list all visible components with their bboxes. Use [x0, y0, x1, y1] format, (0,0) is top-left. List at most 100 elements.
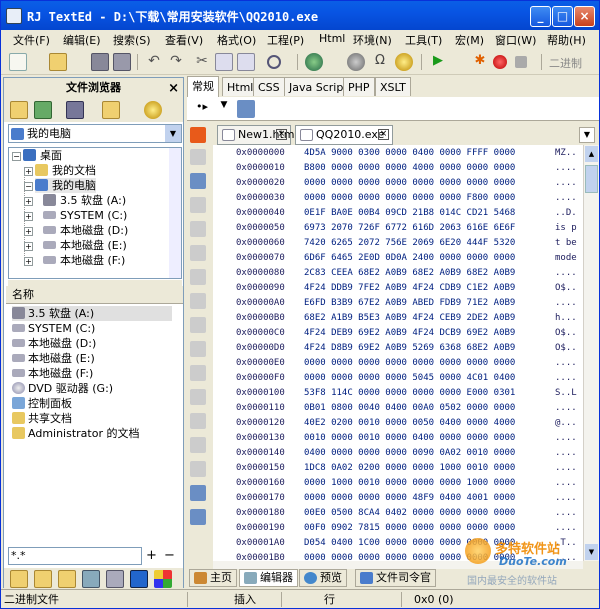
tool-icon[interactable] — [190, 389, 206, 405]
hex-row[interactable]: 0x0000110 0B01 0800 0040 0400 00A0 0502 0… — [213, 400, 583, 416]
hex-row[interactable]: 0x0000080 2C83 CEEA 68E2 A0B9 68E2 A0B9 6… — [213, 265, 583, 281]
tab-editor[interactable]: 编辑器 — [239, 569, 298, 587]
scroll-thumb[interactable] — [585, 165, 598, 193]
menu-file[interactable]: 文件(F) — [13, 32, 50, 48]
disk-icon[interactable] — [106, 570, 124, 588]
tree-item-floppy[interactable]: 3.5 软盘 (A:) — [43, 193, 126, 208]
tool-icon[interactable] — [82, 570, 100, 588]
tool-icon[interactable] — [190, 485, 206, 501]
redo-icon[interactable]: ↷ — [167, 53, 185, 71]
hex-row[interactable]: 0x0000160 0000 1000 0010 0000 0000 0000 1… — [213, 475, 583, 491]
menu-edit[interactable]: 编辑(E) — [63, 32, 101, 48]
menu-format[interactable]: 格式(O) — [217, 32, 256, 48]
hex-row[interactable]: 0x0000180 00E0 0500 8CA4 0402 0000 0000 0… — [213, 505, 583, 521]
hex-row[interactable]: 0x00000F0 0000 0000 0000 0000 5045 0000 4… — [213, 370, 583, 386]
find-icon[interactable] — [267, 55, 281, 69]
up-folder-icon[interactable] — [102, 101, 120, 119]
menu-project[interactable]: 工程(P) — [267, 32, 304, 48]
tab-list-dropdown[interactable]: ▼ — [579, 127, 595, 143]
filter-add-icon[interactable]: + — [146, 548, 157, 563]
folder-icon[interactable] — [10, 101, 28, 119]
hex-row[interactable]: 0x0000170 0000 0000 0000 0000 48F9 0400 4… — [213, 490, 583, 506]
hex-row[interactable]: 0x0000070 6D6F 6465 2E0D 0D0A 2400 0000 0… — [213, 250, 583, 266]
undo-icon[interactable]: ↶ — [145, 53, 163, 71]
align-right-icon[interactable] — [190, 245, 206, 261]
tool-icon[interactable] — [190, 149, 206, 165]
chevron-down-icon[interactable]: ▼ — [215, 100, 233, 118]
list-item[interactable]: 3.5 软盘 (A:) — [12, 306, 172, 321]
tree-item-drive-f[interactable]: 本地磁盘 (F:) — [43, 253, 125, 268]
expand-icon[interactable]: + — [24, 167, 33, 176]
hex-row[interactable]: 0x00000E0 0000 0000 0000 0000 0000 0000 0… — [213, 355, 583, 371]
doc-tab-qq2010[interactable]: QQ2010.exe × — [295, 125, 393, 145]
binary-toolbar-label[interactable]: 二进制 — [549, 55, 582, 71]
save-icon[interactable] — [91, 53, 109, 71]
hex-row[interactable]: 0x0000150 1DC8 0A02 0200 0000 0000 1000 0… — [213, 460, 583, 476]
expand-icon[interactable]: + — [24, 242, 33, 251]
menu-help[interactable]: 帮助(H) — [547, 32, 586, 48]
save-all-icon[interactable] — [113, 53, 131, 71]
tree-scrollbar[interactable] — [169, 148, 181, 278]
hex-row[interactable]: 0x00000D0 4F24 D8B9 69E2 A0B9 5269 6368 6… — [213, 340, 583, 356]
filter-remove-icon[interactable]: − — [164, 548, 175, 563]
hex-row[interactable]: 0x00000C0 4F24 DEB9 69E2 A0B9 4F24 DCB9 6… — [213, 325, 583, 341]
hex-row[interactable]: 0x0000140 0400 0000 0000 0000 0090 0A02 0… — [213, 445, 583, 461]
tab-preview[interactable]: 预览 — [299, 569, 347, 587]
tool-icon[interactable] — [190, 365, 206, 381]
list-item[interactable]: 本地磁盘 (D:) — [12, 336, 96, 351]
hex-row[interactable]: 0x0000030 0000 0000 0000 0000 0000 0000 F… — [213, 190, 583, 206]
run-icon[interactable]: ▶ — [429, 53, 447, 71]
minimize-button[interactable]: _ — [530, 6, 551, 27]
hex-row[interactable]: 0x0000020 0000 0000 0000 0000 0000 0000 0… — [213, 175, 583, 191]
refresh-icon[interactable] — [34, 101, 52, 119]
maximize-button[interactable]: □ — [552, 6, 573, 27]
hex-row[interactable]: 0x0000190 00F0 0902 7815 0000 0000 0000 0… — [213, 520, 583, 536]
paste-icon[interactable] — [237, 53, 255, 71]
list-item[interactable]: Administrator 的文档 — [12, 426, 139, 441]
file-filter-input[interactable]: *.* — [8, 547, 142, 565]
list-item[interactable]: 控制面板 — [12, 396, 72, 411]
collapse-icon[interactable]: − — [12, 152, 21, 161]
tab-home[interactable]: 主页 — [189, 569, 237, 587]
record-macro-icon[interactable] — [493, 55, 507, 69]
tree-item-my-documents[interactable]: 我的文档 — [35, 163, 96, 178]
hex-row[interactable]: 0x0000050 6973 2070 726F 6772 616D 2063 6… — [213, 220, 583, 236]
expand-icon[interactable]: + — [24, 257, 33, 266]
hex-row[interactable]: 0x0000040 0E1F BA0E 00B4 09CD 21B8 014C C… — [213, 205, 583, 221]
hex-editor[interactable]: 0x0000000 4D5A 9000 0300 0000 0400 0000 F… — [213, 145, 583, 561]
open-folder-icon[interactable] — [49, 53, 67, 71]
menu-html[interactable]: Html — [319, 32, 345, 45]
expand-icon[interactable]: + — [24, 227, 33, 236]
close-document-icon[interactable] — [190, 127, 206, 143]
hex-row[interactable]: 0x00000B0 68E2 A1B9 B5E3 A0B9 4F24 CEB9 2… — [213, 310, 583, 326]
insert-icon[interactable]: •▸ — [193, 100, 211, 118]
hex-row[interactable]: 0x0000000 4D5A 9000 0300 0000 0400 0000 F… — [213, 145, 583, 161]
indent-icon[interactable] — [190, 269, 206, 285]
new-file-icon[interactable] — [9, 53, 27, 71]
record-icon[interactable] — [347, 53, 365, 71]
options-gear-icon[interactable] — [144, 101, 162, 119]
chevron-down-icon[interactable]: ▼ — [165, 125, 181, 142]
align-left-icon[interactable] — [190, 221, 206, 237]
tab-general[interactable]: 常规 — [187, 76, 219, 97]
tool-icon[interactable] — [190, 413, 206, 429]
menu-window[interactable]: 窗口(W) — [495, 32, 536, 48]
list-item[interactable]: 本地磁盘 (E:) — [12, 351, 95, 366]
hex-row[interactable]: 0x0000100 53F8 114C 0000 0000 0000 0000 E… — [213, 385, 583, 401]
column-header-name[interactable]: 名称 — [6, 286, 183, 304]
tree-item-desktop[interactable]: 桌面 — [23, 148, 62, 163]
close-button[interactable]: × — [574, 6, 595, 27]
hex-vertical-scrollbar[interactable]: ▲ ▼ — [583, 145, 599, 561]
hex-row[interactable]: 0x0000060 7420 6265 2072 756E 2069 6E20 4… — [213, 235, 583, 251]
list-item[interactable]: 本地磁盘 (F:) — [12, 366, 93, 381]
drive-select[interactable]: 我的电脑 ▼ — [8, 124, 182, 143]
c-drive-icon[interactable] — [130, 570, 148, 588]
close-tab-icon[interactable]: × — [276, 129, 287, 140]
tool-icon[interactable] — [190, 437, 206, 453]
folder-icon[interactable] — [34, 570, 52, 588]
pen-icon[interactable] — [190, 173, 206, 189]
list-item[interactable]: 共享文档 — [12, 411, 72, 426]
settings-icon[interactable] — [395, 53, 413, 71]
bookmark-folder-icon[interactable] — [10, 570, 28, 588]
collapse-icon[interactable]: − — [24, 182, 33, 191]
